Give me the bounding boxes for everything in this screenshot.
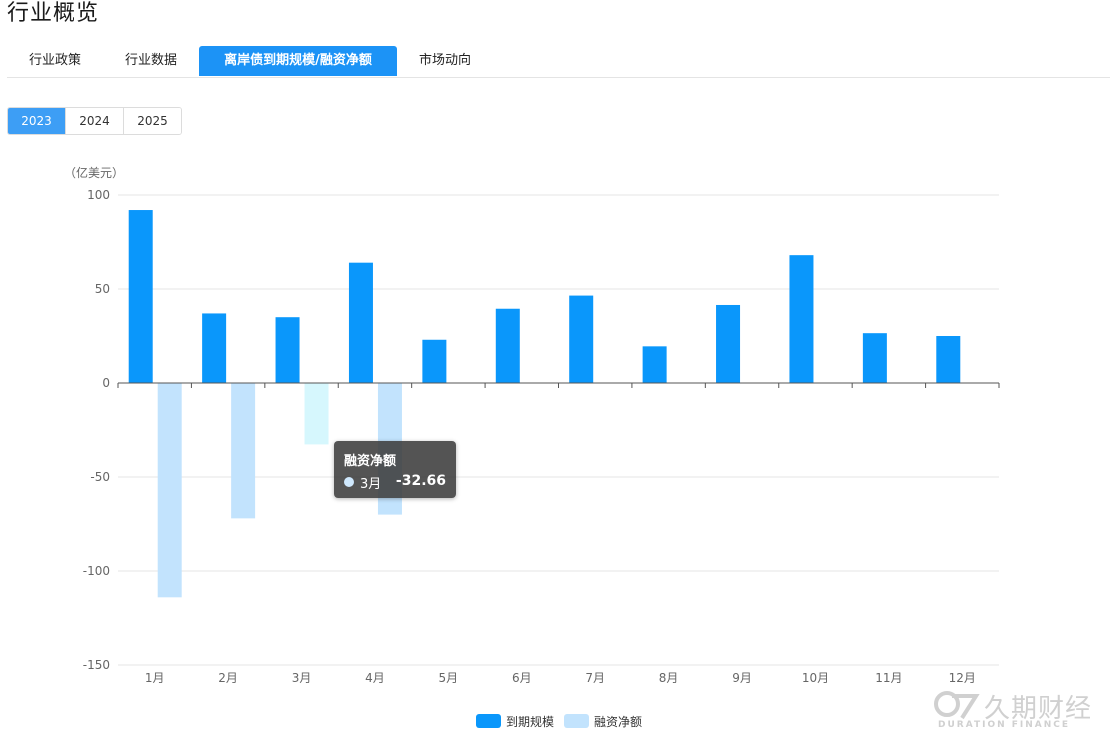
tooltip-category: 3月: [360, 477, 382, 492]
bar-chart: （亿美元） 100 50 0 -50 -100 -150 1月 2月 3月 4月 5月 6月 7月 8月 9…: [64, 165, 1000, 685]
bar-net-financing-2[interactable]: [231, 383, 256, 519]
bar-maturity-1[interactable]: [128, 210, 153, 383]
duration-finance-logo-icon: [934, 691, 980, 720]
y-tick-label: -150: [83, 658, 110, 672]
y-tick-label: 50: [95, 282, 110, 296]
bar-maturity-9[interactable]: [716, 304, 741, 383]
y-tick-label: 0: [102, 376, 110, 390]
watermark-subtext: DURATION FINANCE: [938, 720, 1071, 730]
bar-maturity-6[interactable]: [495, 308, 520, 383]
legend-swatch-maturity: [476, 714, 501, 728]
x-tick-label: 3月: [292, 671, 312, 685]
bar-maturity-10[interactable]: [789, 255, 814, 383]
chart-tooltip: 融资净额 3月 -32.66: [334, 441, 456, 498]
x-tick-label: 12月: [949, 671, 976, 685]
x-tick-label: 1月: [145, 671, 165, 685]
bar-maturity-2[interactable]: [202, 313, 227, 383]
bar-maturity-12[interactable]: [936, 336, 961, 383]
legend-swatch-net-financing: [564, 714, 590, 728]
x-tick-label: 8月: [659, 671, 679, 685]
legend-label-net-financing: 融资净额: [594, 714, 643, 729]
chart-legend: 到期规模 融资净额: [476, 713, 652, 729]
bar-net-financing-3[interactable]: [304, 383, 329, 445]
watermark: 久期财经 DURATION FINANCE: [932, 690, 1112, 732]
bar-net-financing-1[interactable]: [157, 383, 182, 598]
x-tick-label: 4月: [365, 671, 385, 685]
bar-maturity-3[interactable]: [275, 317, 300, 383]
bar-maturity-11[interactable]: [862, 333, 887, 383]
x-tick-label: 6月: [512, 671, 532, 685]
legend-label-maturity: 到期规模: [506, 714, 555, 729]
legend-item-maturity[interactable]: 到期规模: [476, 713, 554, 730]
legend-item-net-financing[interactable]: 融资净额: [564, 713, 642, 730]
x-tick-label: 2月: [218, 671, 238, 685]
bar-maturity-7[interactable]: [569, 295, 594, 383]
tooltip-value: -32.66: [395, 473, 446, 489]
x-tick-label: 10月: [802, 671, 829, 685]
x-tick-label: 9月: [732, 671, 752, 685]
bar-maturity-5[interactable]: [422, 339, 447, 383]
bar-maturity-8[interactable]: [642, 346, 667, 383]
x-tick-label: 7月: [585, 671, 605, 685]
bar-maturity-4[interactable]: [348, 262, 373, 383]
x-tick-label: 5月: [439, 671, 459, 685]
tooltip-series-dot: [344, 477, 354, 487]
x-tick-label: 11月: [875, 671, 902, 685]
y-axis-unit-label: （亿美元）: [64, 165, 124, 180]
y-tick-label: -100: [83, 564, 110, 578]
y-tick-label: 100: [87, 188, 110, 202]
y-tick-label: -50: [90, 470, 110, 484]
tooltip-title: 融资净额: [344, 454, 397, 469]
